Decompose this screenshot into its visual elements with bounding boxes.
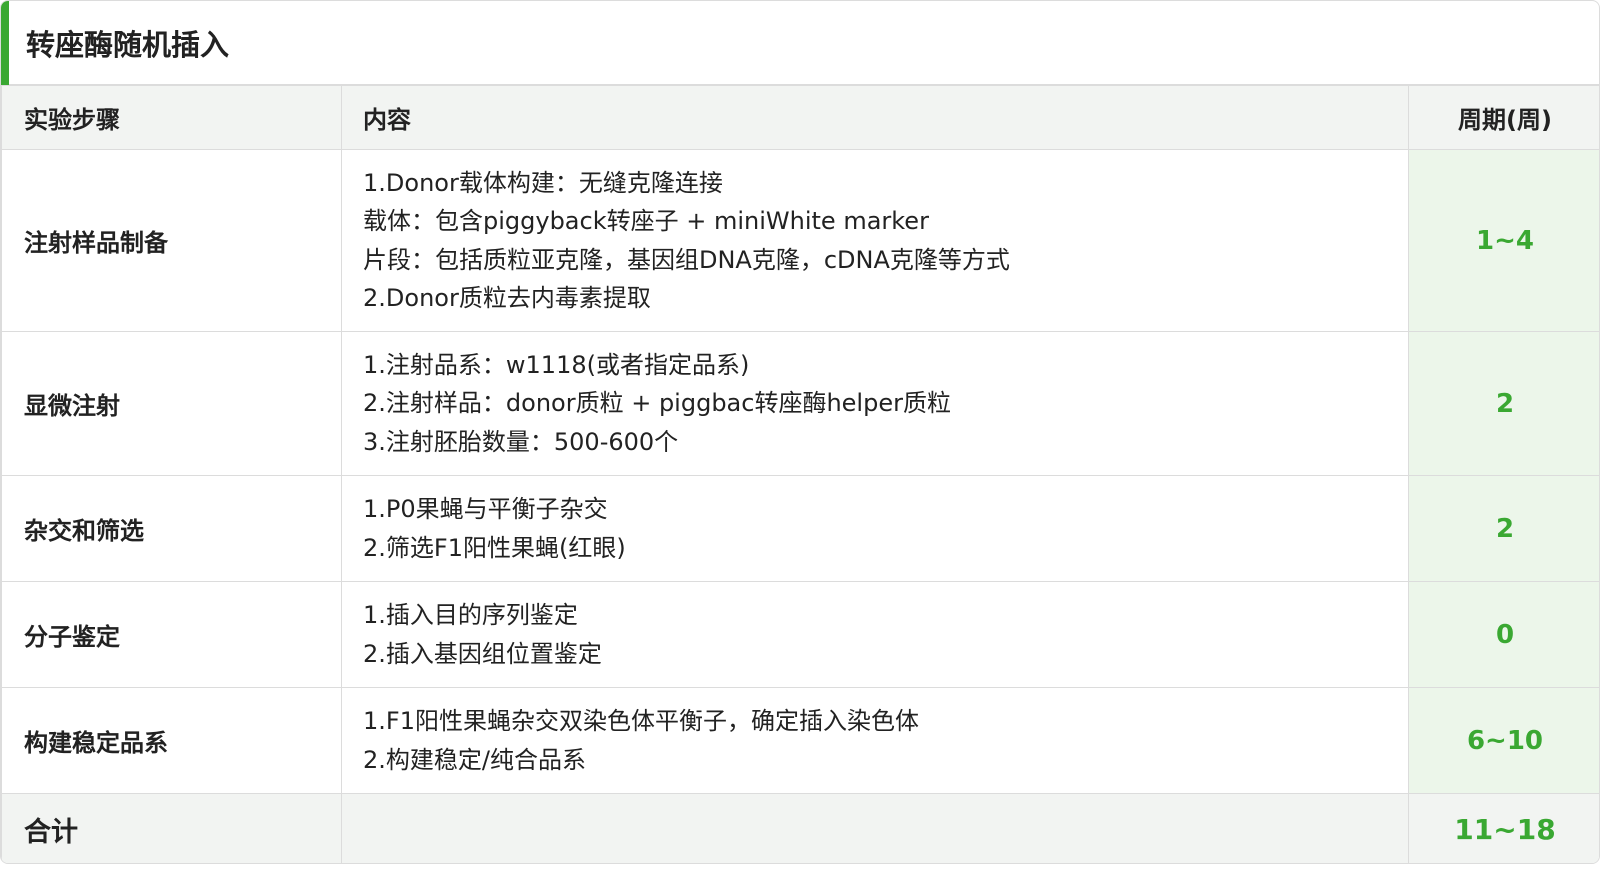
content-line: 2.筛选F1阳性果蝇(红眼)	[363, 533, 626, 562]
card-header: 转座酶随机插入	[1, 1, 1599, 85]
content-line: 2.Donor质粒去内毒素提取	[363, 284, 651, 312]
step-cell: 显微注射	[1, 331, 342, 476]
title-accent-bar	[1, 1, 9, 85]
step-cell: 注射样品制备	[1, 149, 342, 332]
content-line: 1.P0果蝇与平衡子杂交	[363, 495, 608, 523]
step-cell: 分子鉴定	[1, 581, 342, 688]
column-header-content: 内容	[341, 85, 1409, 150]
content-cell: 1.注射品系：w1118(或者指定品系) 2.注射样品：donor质粒 + pi…	[341, 331, 1409, 476]
table-row: 杂交和筛选 1.P0果蝇与平衡子杂交 2.筛选F1阳性果蝇(红眼) 2	[1, 475, 1599, 582]
table-row: 注射样品制备 1.Donor载体构建：无缝克隆连接 载体：包含piggyback…	[1, 149, 1599, 332]
content-line: 1.插入目的序列鉴定	[363, 601, 578, 629]
content-line: 2.插入基因组位置鉴定	[363, 639, 602, 668]
content-cell: 1.P0果蝇与平衡子杂交 2.筛选F1阳性果蝇(红眼)	[341, 475, 1409, 582]
total-row: 合计 11~18	[1, 793, 1599, 863]
table-row: 构建稳定品系 1.F1阳性果蝇杂交双染色体平衡子，确定插入染色体 2.构建稳定/…	[1, 687, 1599, 794]
content-line: 2.注射样品：donor质粒 + piggbac转座酶helper质粒	[363, 389, 951, 418]
content-line: 片段：包括质粒亚克隆，基因组DNA克隆，cDNA克隆等方式	[363, 245, 1010, 274]
content-line: 载体：包含piggyback转座子 + miniWhite marker	[363, 207, 929, 235]
step-cell: 杂交和筛选	[1, 475, 342, 582]
content-line: 1.F1阳性果蝇杂交双染色体平衡子，确定插入染色体	[363, 707, 919, 735]
period-cell: 0	[1408, 581, 1599, 688]
column-header-period: 周期(周)	[1408, 85, 1599, 150]
content-cell: 1.Donor载体构建：无缝克隆连接 载体：包含piggyback转座子 + m…	[341, 149, 1409, 332]
total-label: 合计	[1, 793, 342, 863]
table-row: 显微注射 1.注射品系：w1118(或者指定品系) 2.注射样品：donor质粒…	[1, 331, 1599, 476]
content-line: 3.注射胚胎数量：500-600个	[363, 427, 679, 456]
period-cell: 2	[1408, 475, 1599, 582]
step-cell: 构建稳定品系	[1, 687, 342, 794]
table-row: 分子鉴定 1.插入目的序列鉴定 2.插入基因组位置鉴定 0	[1, 581, 1599, 688]
table-header-row: 实验步骤 内容 周期(周)	[1, 85, 1599, 150]
content-line: 2.构建稳定/纯合品系	[363, 745, 586, 774]
period-cell: 1~4	[1408, 149, 1599, 332]
protocol-card: 转座酶随机插入 实验步骤 内容 周期(周) 注射样品制备 1.Donor载体构建…	[0, 0, 1600, 864]
content-cell: 1.F1阳性果蝇杂交双染色体平衡子，确定插入染色体 2.构建稳定/纯合品系	[341, 687, 1409, 794]
total-period: 11~18	[1408, 793, 1599, 863]
period-cell: 2	[1408, 331, 1599, 476]
total-content-cell	[341, 793, 1409, 863]
content-line: 1.Donor载体构建：无缝克隆连接	[363, 168, 723, 197]
column-header-step: 实验步骤	[1, 85, 342, 150]
content-cell: 1.插入目的序列鉴定 2.插入基因组位置鉴定	[341, 581, 1409, 688]
content-line: 1.注射品系：w1118(或者指定品系)	[363, 350, 750, 379]
protocol-table: 实验步骤 内容 周期(周) 注射样品制备 1.Donor载体构建：无缝克隆连接 …	[1, 85, 1599, 863]
card-title: 转座酶随机插入	[26, 28, 230, 62]
period-cell: 6~10	[1408, 687, 1599, 794]
